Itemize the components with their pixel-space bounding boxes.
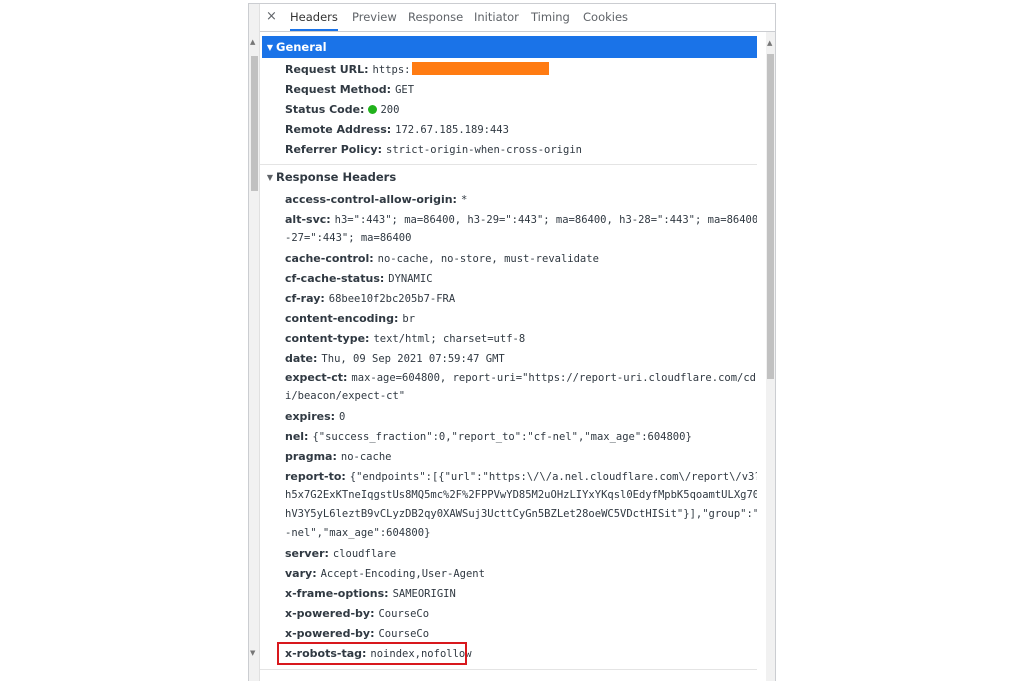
header-row-content-type: content-type: text/html; charset=utf-8 xyxy=(285,332,526,345)
headers-content: ▼ General Request URL: https: Request Meth… xyxy=(260,32,757,681)
header-row-x-frame-options: x-frame-options: SAMEORIGIN xyxy=(285,587,456,600)
general-row: Status Code: 200 xyxy=(285,103,400,116)
general-row: Request URL: https: xyxy=(285,60,755,80)
scroll-down-arrow-icon[interactable]: ▼ xyxy=(250,650,255,657)
tab-response[interactable]: Response xyxy=(408,4,463,31)
tab-timing[interactable]: Timing xyxy=(531,4,570,31)
header-row-vary: vary: Accept-Encoding,User-Agent xyxy=(285,567,485,580)
response-headers-section-header[interactable]: ▼ Response Headers xyxy=(262,166,757,188)
tab-bar: × Headers Preview Response Initiator Tim… xyxy=(260,4,775,32)
status-ok-dot-icon xyxy=(368,105,378,114)
header-row-cache-control: cache-control: no-cache, no-store, must-r… xyxy=(285,252,599,265)
header-row-access-control-allow-origin: access-control-allow-origin: * xyxy=(285,193,468,206)
redacted-url-block xyxy=(412,62,550,75)
header-row-continuation: hV3Y5yL6leztB9vCLyzDB2qy0XAWSuj3UcttCyGn… xyxy=(285,508,757,520)
header-row-expect-ct: expect-ct: max-age=604800, report-uri="ht… xyxy=(285,371,757,384)
header-row-pragma: pragma: no-cache xyxy=(285,450,392,463)
section-divider xyxy=(260,164,757,165)
scroll-up-arrow-icon[interactable]: ▲ xyxy=(250,39,255,46)
header-row-continuation: h5x7G2ExKTneIqgstUs8MQ5mc%2F%2FPPVwYD85M… xyxy=(285,489,757,501)
header-row-continuation: i/beacon/expect-ct" xyxy=(285,390,406,402)
tab-headers[interactable]: Headers xyxy=(290,4,338,31)
header-row-date: date: Thu, 09 Sep 2021 07:59:47 GMT xyxy=(285,352,505,365)
general-row: Remote Address: 172.67.185.189:443 xyxy=(285,123,509,136)
right-scrollbar-thumb[interactable] xyxy=(767,54,774,379)
scroll-up-arrow-icon[interactable]: ▲ xyxy=(767,40,772,47)
header-row-x-powered-by: x-powered-by: CourseCo xyxy=(285,627,430,640)
left-scrollbar-thumb[interactable] xyxy=(251,56,258,191)
header-row-continuation: -nel","max_age":604800} xyxy=(285,527,431,539)
x-robots-tag-highlight-box xyxy=(277,642,467,665)
left-scrollbar[interactable]: ▲ ▼ xyxy=(249,4,260,681)
close-icon[interactable]: × xyxy=(266,9,277,25)
collapse-triangle-icon: ▼ xyxy=(266,43,274,52)
header-row-continuation: -27=":443"; ma=86400 xyxy=(285,232,412,244)
header-row-server: server: cloudflare xyxy=(285,547,397,560)
devtools-network-panel: ▲ ▼ × Headers Preview Response Initiator… xyxy=(248,3,776,681)
tab-preview[interactable]: Preview xyxy=(352,4,397,31)
right-scrollbar[interactable]: ▲ xyxy=(766,32,775,681)
header-row-expires: expires: 0 xyxy=(285,410,346,423)
tab-cookies[interactable]: Cookies xyxy=(583,4,628,31)
general-row: Request Method: GET xyxy=(285,83,415,96)
tab-initiator[interactable]: Initiator xyxy=(474,4,519,31)
header-row-cf-cache-status: cf-cache-status: DYNAMIC xyxy=(285,272,433,285)
general-section-header[interactable]: ▼ General xyxy=(262,36,757,58)
header-row-alt-svc: alt-svc: h3=":443"; ma=86400, h3-29=":443… xyxy=(285,213,757,226)
header-row-x-powered-by: x-powered-by: CourseCo xyxy=(285,607,430,620)
general-row: Referrer Policy: strict-origin-when-cross… xyxy=(285,143,582,156)
header-row-nel: nel: {"success_fraction":0,"report_to":"c… xyxy=(285,430,692,443)
header-row-content-encoding: content-encoding: br xyxy=(285,312,416,325)
header-row-cf-ray: cf-ray: 68bee10f2bc205b7-FRA xyxy=(285,292,456,305)
collapse-triangle-icon: ▼ xyxy=(266,173,274,182)
header-row-report-to: report-to: {"endpoints":[{"url":"https:\/… xyxy=(285,470,757,483)
section-divider xyxy=(260,669,757,670)
